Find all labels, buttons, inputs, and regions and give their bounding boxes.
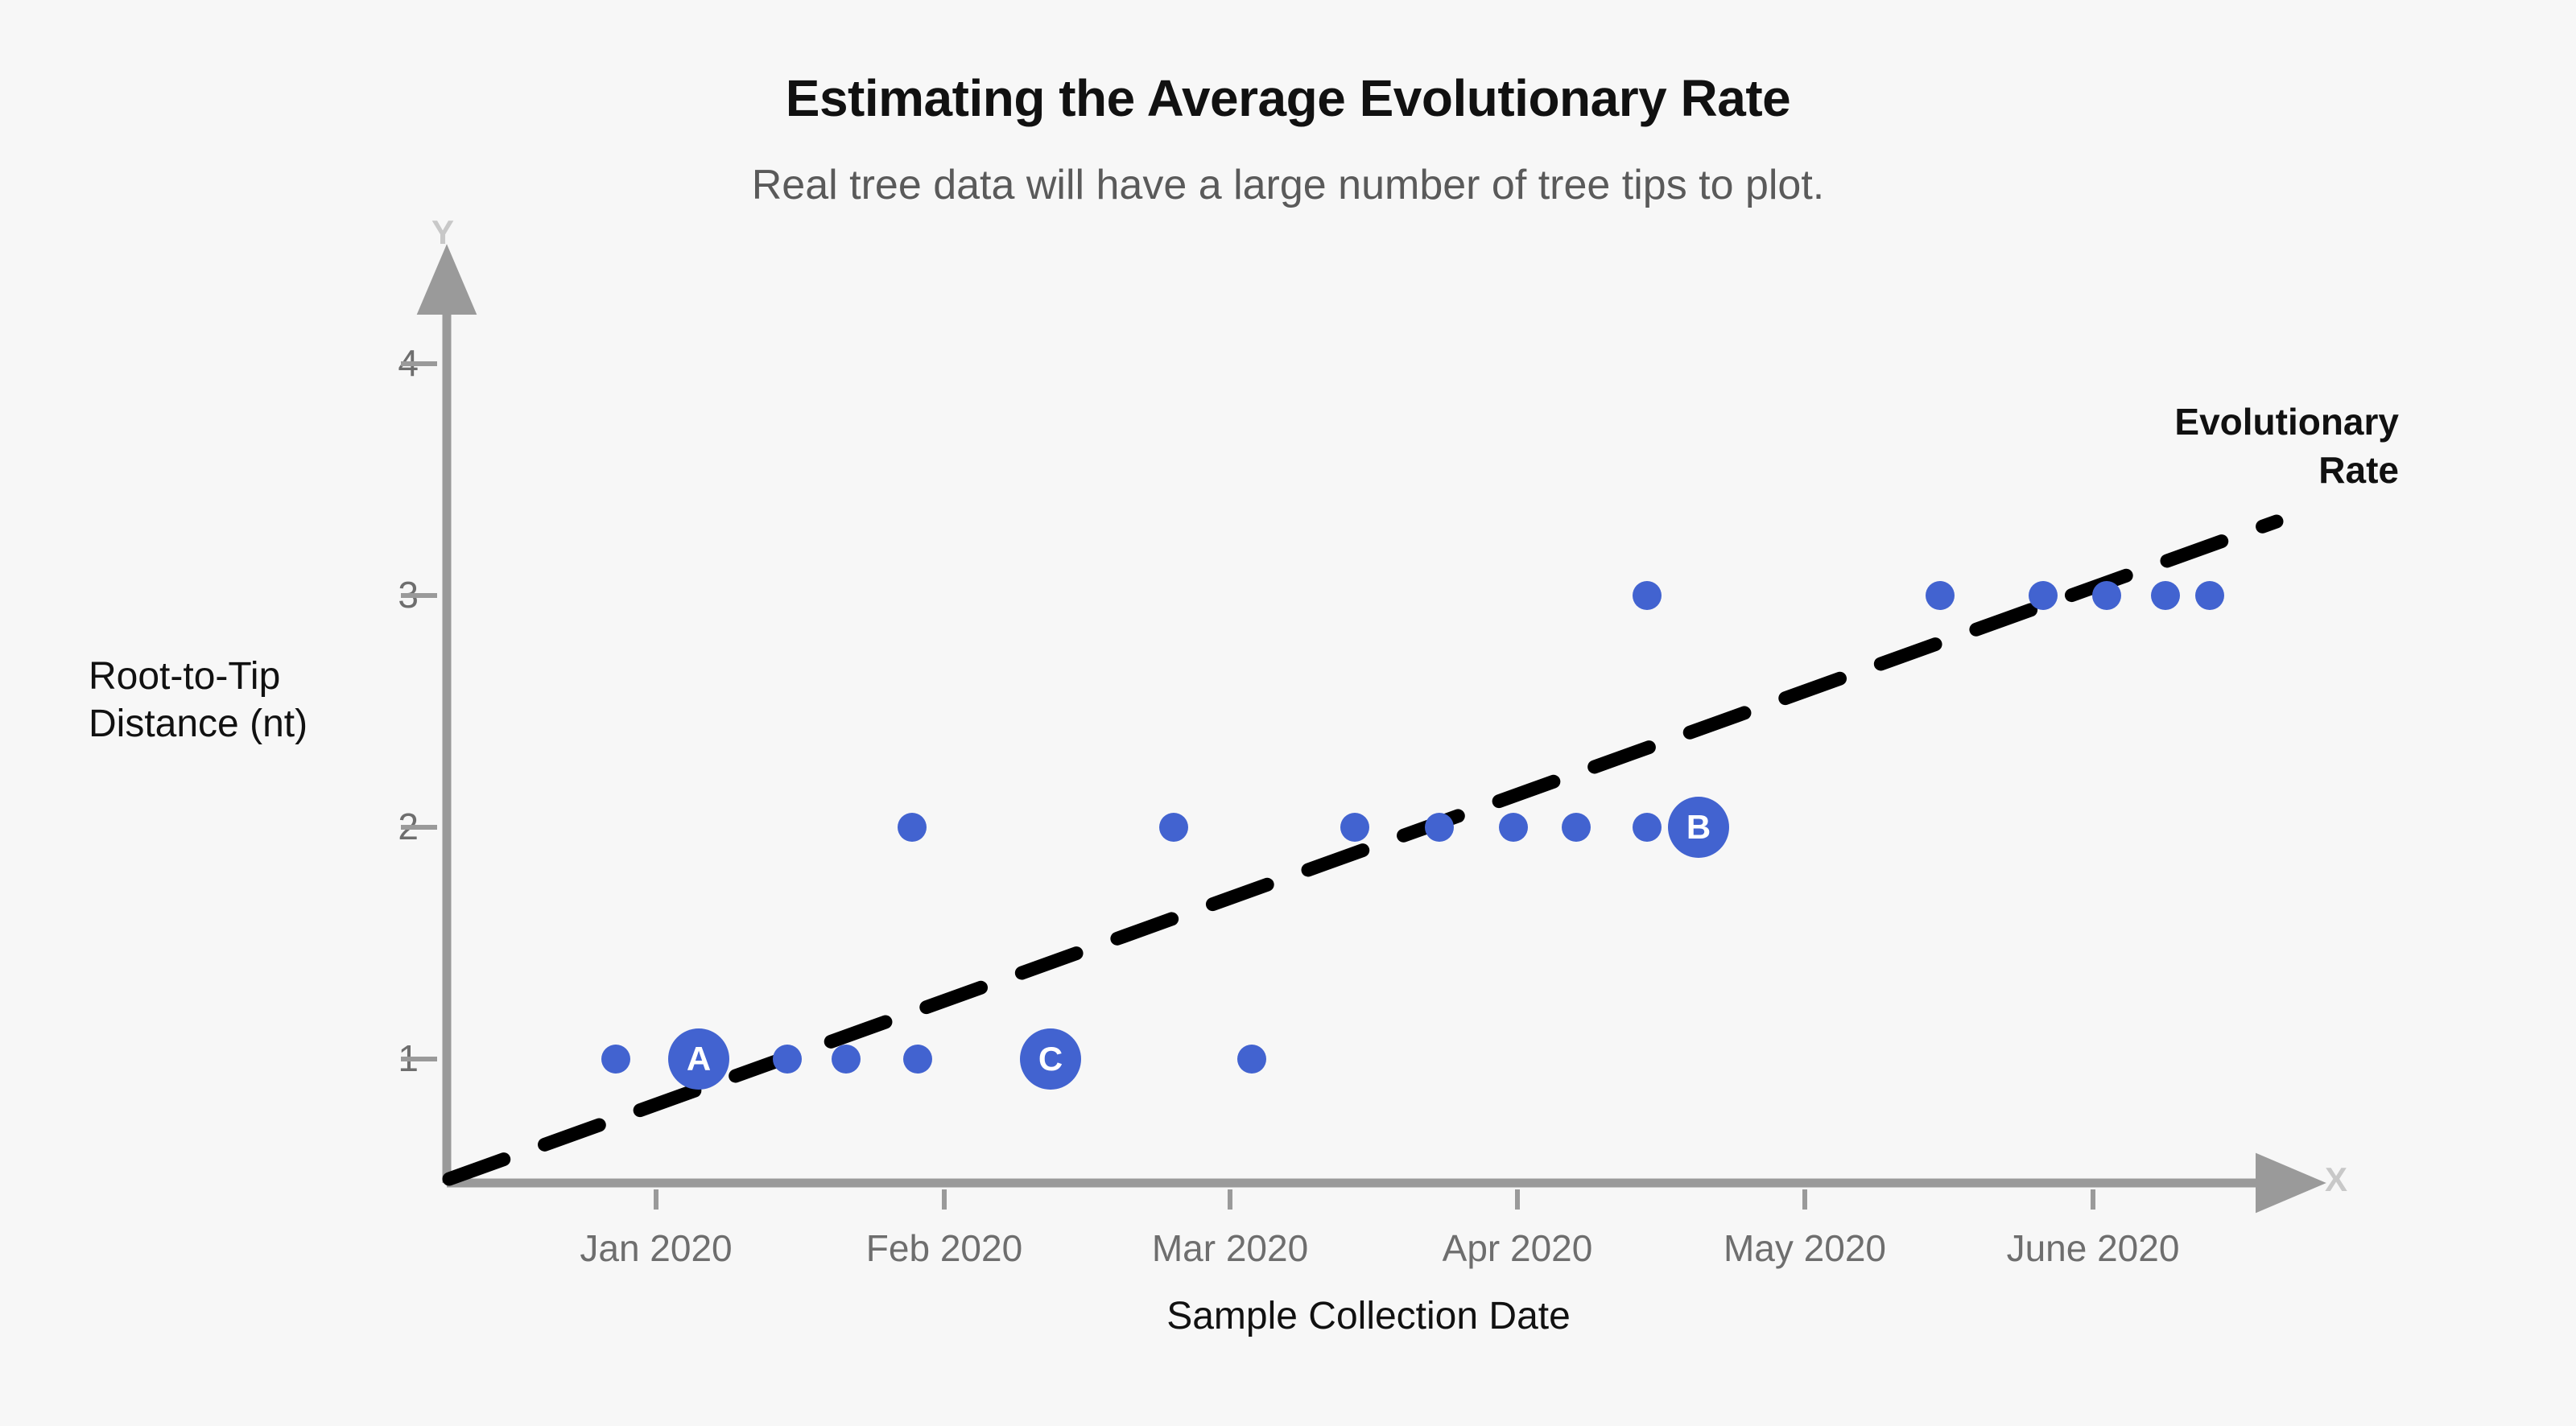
- data-point[interactable]: [1926, 581, 1955, 610]
- data-point[interactable]: [1425, 813, 1454, 842]
- trend-line: [442, 514, 2284, 1186]
- data-point[interactable]: [832, 1045, 861, 1074]
- data-point[interactable]: [1633, 581, 1662, 610]
- data-point[interactable]: [898, 813, 927, 842]
- data-point[interactable]: [903, 1045, 932, 1074]
- data-point[interactable]: [1159, 813, 1188, 842]
- data-point-labeled[interactable]: [668, 1028, 729, 1090]
- data-point[interactable]: [601, 1045, 630, 1074]
- data-point[interactable]: [1562, 813, 1591, 842]
- data-point[interactable]: [2195, 581, 2224, 610]
- data-point[interactable]: [1633, 813, 1662, 842]
- data-point[interactable]: [1340, 813, 1369, 842]
- data-point[interactable]: [773, 1045, 802, 1074]
- data-point[interactable]: [2029, 581, 2058, 610]
- data-point-labeled[interactable]: [1020, 1028, 1081, 1090]
- data-point[interactable]: [2092, 581, 2121, 610]
- plot-area: [401, 244, 2326, 1214]
- data-point[interactable]: [1237, 1045, 1266, 1074]
- chart-canvas: Estimating the Average Evolutionary Rate…: [0, 0, 2576, 1426]
- data-point[interactable]: [2151, 581, 2180, 610]
- data-point[interactable]: [1499, 813, 1528, 842]
- data-point-labeled[interactable]: [1668, 797, 1729, 858]
